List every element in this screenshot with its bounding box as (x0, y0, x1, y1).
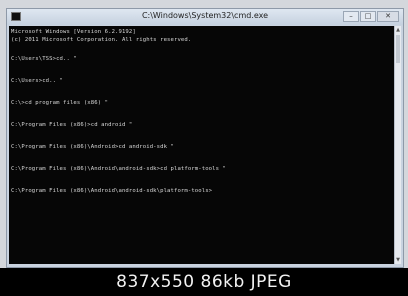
cmd-window: C:\Windows\System32\cmd.exe – □ ✕ Micros… (6, 8, 404, 268)
minimize-button[interactable]: – (343, 11, 359, 22)
vertical-scrollbar[interactable]: ▲ ▼ (394, 26, 401, 264)
console-line: Microsoft Windows [Version 6.2.9192] (11, 29, 136, 35)
console-line: C:\Users\TSS>cd.. " (11, 56, 77, 62)
window-controls: – □ ✕ (343, 11, 399, 23)
console-output[interactable]: Microsoft Windows [Version 6.2.9192] (c)… (9, 26, 397, 264)
close-button[interactable]: ✕ (377, 11, 399, 22)
console-line: C:\Program Files (x86)\Android>cd androi… (11, 144, 174, 150)
maximize-button[interactable]: □ (360, 11, 376, 22)
photo-background: C:\Windows\System32\cmd.exe – □ ✕ Micros… (0, 0, 408, 268)
console-line: C:\Users>cd.. " (11, 78, 64, 84)
console-line: C:\Program Files (x86)\Android\android-s… (11, 188, 213, 194)
console-line: (c) 2011 Microsoft Corporation. All righ… (11, 37, 192, 43)
title-bar[interactable]: C:\Windows\System32\cmd.exe – □ ✕ (7, 9, 403, 25)
console-line: C:\Program Files (x86)\Android\android-s… (11, 166, 226, 172)
scroll-thumb[interactable] (396, 35, 400, 63)
console-line: C:\>cd program files (x86) " (11, 100, 109, 106)
scroll-up-icon[interactable]: ▲ (395, 26, 401, 34)
console-line: C:\Program Files (x86)>cd android " (11, 122, 133, 128)
image-caption: 837x550 86kb JPEG (0, 268, 408, 296)
scroll-down-icon[interactable]: ▼ (395, 256, 401, 264)
